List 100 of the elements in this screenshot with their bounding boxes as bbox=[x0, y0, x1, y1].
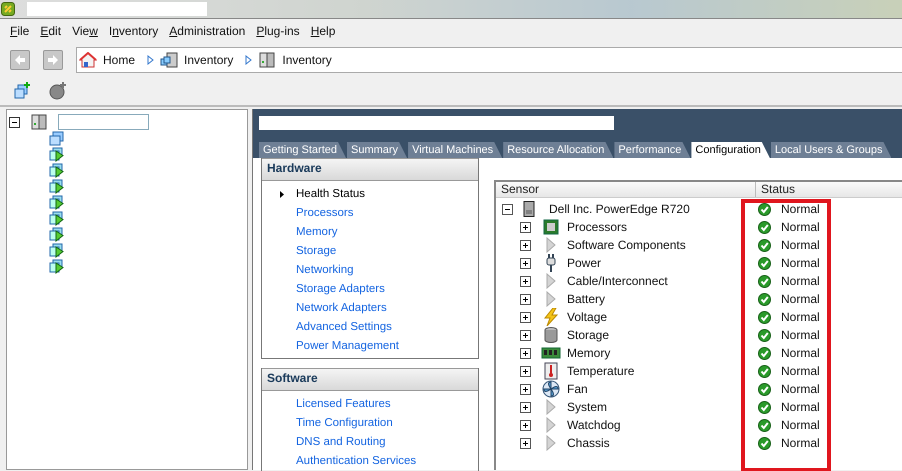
running-vm-icon bbox=[49, 259, 64, 274]
sensor-name: Chassis bbox=[567, 436, 610, 450]
expand-toggle[interactable] bbox=[520, 312, 531, 322]
sensor-name: Power bbox=[567, 256, 602, 270]
tab[interactable]: Getting Started bbox=[259, 142, 346, 158]
expand-toggle[interactable] bbox=[520, 366, 531, 376]
nav-link[interactable]: Memory bbox=[296, 225, 338, 240]
expand-toggle[interactable] bbox=[520, 240, 531, 250]
nav-link[interactable]: Authentication Services bbox=[296, 454, 416, 469]
nav-link[interactable]: Power Management bbox=[296, 339, 399, 354]
add-host-icon bbox=[13, 82, 31, 100]
expand-toggle[interactable] bbox=[520, 348, 531, 358]
nav-link[interactable]: Advanced Settings bbox=[296, 320, 392, 335]
expand-toggle[interactable] bbox=[520, 258, 531, 268]
lightning-icon bbox=[542, 308, 560, 326]
menu-item[interactable]: Inventory bbox=[108, 22, 158, 40]
column-header[interactable]: Status bbox=[756, 182, 796, 197]
tab[interactable]: Virtual Machines bbox=[408, 142, 502, 158]
expand-toggle[interactable] bbox=[520, 438, 531, 448]
check-circle-icon bbox=[758, 274, 771, 288]
plus-icon bbox=[522, 422, 529, 428]
sensor-name: Battery bbox=[567, 292, 606, 306]
status-text: Normal bbox=[781, 436, 820, 450]
running-vm-icon bbox=[49, 195, 64, 210]
check-circle-icon bbox=[758, 328, 771, 342]
check-circle-icon bbox=[758, 436, 771, 450]
breadcrumb-item[interactable]: Inventory bbox=[184, 52, 234, 66]
status-text: Normal bbox=[781, 328, 820, 342]
status-text: Normal bbox=[781, 310, 820, 324]
tab[interactable]: Summary bbox=[347, 142, 408, 158]
sensor-name: Memory bbox=[567, 346, 610, 360]
menu-item[interactable]: File bbox=[10, 22, 30, 40]
nav-link[interactable]: Storage bbox=[296, 244, 336, 259]
menu-item[interactable]: Plug-ins bbox=[256, 22, 300, 40]
sensor-name: System bbox=[567, 400, 608, 414]
triangle-icon bbox=[545, 435, 557, 451]
nav-link[interactable]: Storage Adapters bbox=[296, 282, 385, 297]
status-text: Normal bbox=[781, 274, 820, 288]
section-title: Software bbox=[262, 368, 478, 391]
check-circle-icon bbox=[758, 202, 771, 216]
expand-toggle[interactable] bbox=[502, 204, 513, 214]
nav-link[interactable]: Licensed Features bbox=[296, 397, 391, 412]
right-arrow-icon bbox=[47, 54, 59, 64]
nav-link[interactable]: Processors bbox=[296, 206, 354, 221]
tab[interactable]: Resource Allocation bbox=[503, 142, 614, 158]
collapse-toggle[interactable] bbox=[9, 116, 20, 128]
expand-toggle[interactable] bbox=[520, 222, 531, 232]
running-vm-icon bbox=[49, 243, 64, 258]
expand-toggle[interactable] bbox=[520, 384, 531, 394]
nav-link[interactable]: Network Adapters bbox=[296, 301, 387, 316]
check-circle-icon bbox=[758, 220, 771, 234]
expand-toggle[interactable] bbox=[520, 294, 531, 304]
breadcrumb-item[interactable]: Inventory bbox=[282, 52, 332, 66]
nav-link[interactable]: Health Status bbox=[296, 187, 366, 202]
menu-item[interactable]: View bbox=[72, 22, 98, 40]
forward-button[interactable] bbox=[43, 50, 63, 70]
status-text: Normal bbox=[781, 220, 820, 234]
plus-icon bbox=[522, 332, 529, 338]
check-circle-icon bbox=[758, 418, 771, 432]
plus-icon bbox=[522, 386, 529, 392]
check-circle-icon bbox=[758, 382, 771, 396]
server-icon bbox=[523, 201, 535, 217]
breadcrumb-item[interactable]: Home bbox=[103, 52, 136, 66]
menu-item[interactable]: Edit bbox=[40, 22, 62, 40]
nav-link[interactable]: Time Configuration bbox=[296, 416, 393, 431]
server-icon bbox=[258, 52, 276, 68]
expand-toggle[interactable] bbox=[520, 402, 531, 412]
triangle-icon bbox=[545, 237, 557, 253]
sensor-name: Cable/Interconnect bbox=[567, 274, 668, 288]
chevron-icon bbox=[245, 54, 252, 64]
sensor-name: Voltage bbox=[567, 310, 608, 324]
name-field[interactable] bbox=[58, 114, 149, 130]
chevron-icon bbox=[147, 54, 154, 64]
tab[interactable]: Configuration bbox=[691, 142, 770, 158]
plus-icon bbox=[522, 314, 529, 320]
nav-link[interactable]: Networking bbox=[296, 263, 354, 278]
running-vm-icon bbox=[49, 163, 64, 178]
status-text: Normal bbox=[781, 256, 820, 270]
running-vm-icon bbox=[49, 147, 64, 162]
check-circle-icon bbox=[758, 238, 771, 252]
sensor-name: Watchdog bbox=[567, 418, 621, 432]
plus-icon bbox=[522, 350, 529, 356]
expand-toggle[interactable] bbox=[520, 276, 531, 286]
home-icon bbox=[79, 52, 97, 68]
expand-toggle[interactable] bbox=[520, 420, 531, 430]
tab[interactable]: Performance bbox=[614, 142, 690, 158]
tab[interactable]: Local Users & Groups bbox=[770, 142, 892, 158]
menu-item[interactable]: Administration bbox=[169, 22, 246, 40]
memory-icon bbox=[541, 346, 561, 360]
menu-item[interactable]: Help bbox=[310, 22, 336, 40]
check-circle-icon bbox=[758, 256, 771, 270]
nav-link[interactable]: DNS and Routing bbox=[296, 435, 386, 450]
stacked-boxes-icon bbox=[49, 131, 64, 146]
back-button[interactable] bbox=[10, 50, 30, 70]
check-circle-icon bbox=[758, 364, 771, 378]
column-header[interactable]: Sensor bbox=[496, 182, 756, 197]
app-icon bbox=[1, 2, 15, 16]
triangle-icon bbox=[545, 417, 557, 433]
expand-toggle[interactable] bbox=[520, 330, 531, 340]
plus-icon bbox=[522, 224, 529, 230]
